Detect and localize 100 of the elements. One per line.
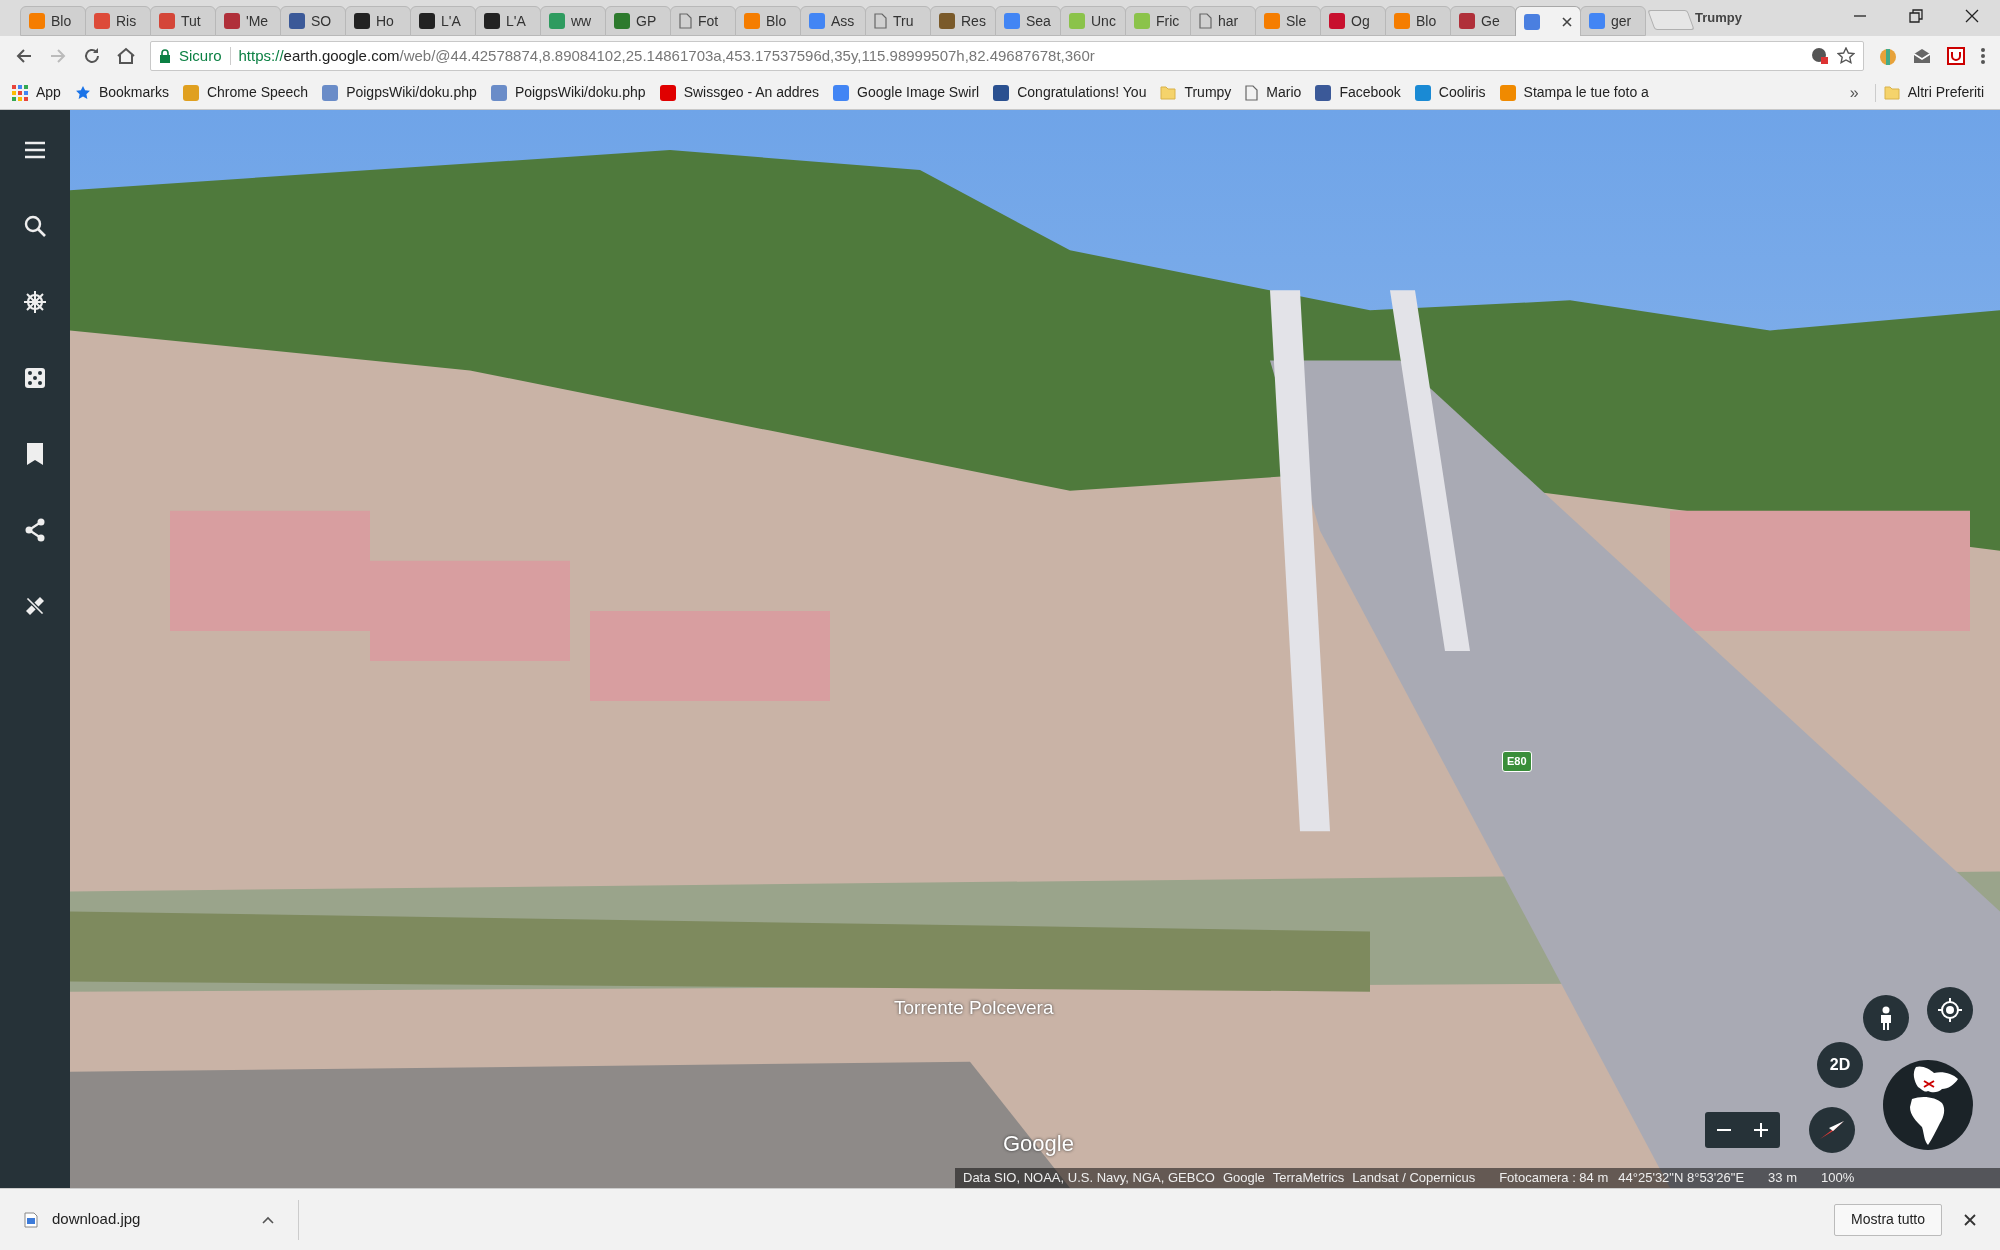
- bookmark-item[interactable]: Trumpy: [1160, 82, 1232, 103]
- other-bookmarks-folder[interactable]: Altri Preferiti: [1883, 82, 1988, 103]
- tab-title: Tru: [893, 11, 914, 31]
- tab-title: Unc: [1091, 11, 1116, 31]
- camera-altitude: Fotocamera : 84 m: [1499, 1169, 1609, 1188]
- browser-tab[interactable]: ww: [540, 6, 606, 36]
- browser-tab[interactable]: L'A: [410, 6, 476, 36]
- page-icon: [1245, 84, 1259, 101]
- page-icon: [679, 13, 692, 29]
- tab-title: Fot: [698, 11, 719, 31]
- mail-icon[interactable]: [1912, 46, 1932, 66]
- browser-tab[interactable]: Tut: [150, 6, 216, 36]
- tab-title: har: [1218, 11, 1239, 31]
- download-item[interactable]: download.jpg: [24, 1208, 274, 1231]
- lock-icon: [159, 49, 171, 63]
- browser-tab[interactable]: Unc: [1060, 6, 1126, 36]
- apps-grid-icon: [12, 84, 28, 101]
- bookmark-item[interactable]: Mario: [1245, 82, 1302, 103]
- browser-tab[interactable]: Blo: [20, 6, 86, 36]
- browser-tab[interactable]: Blo: [735, 6, 801, 36]
- google-logo: Google: [1003, 1130, 1074, 1158]
- browser-tab[interactable]: Sea: [995, 6, 1061, 36]
- bookmark-item[interactable]: Cooliris: [1414, 82, 1486, 103]
- tab-title: Ho: [376, 11, 394, 31]
- tab-title: SO: [311, 11, 332, 31]
- tab-title: Blo: [1416, 11, 1437, 31]
- tab-title: GP: [636, 11, 657, 31]
- ruler-pencil-icon[interactable]: [23, 594, 47, 618]
- tab-title: L'A: [506, 11, 526, 31]
- tab-title: Res: [961, 11, 986, 31]
- bookmarks-overflow-button[interactable]: »: [1841, 80, 1867, 105]
- profile-name[interactable]: Trumpy: [1695, 8, 1742, 28]
- person-icon: [1879, 1006, 1893, 1030]
- bookmark-item[interactable]: Google Image Swirl: [833, 82, 980, 103]
- browser-tab[interactable]: ger: [1580, 6, 1646, 36]
- browser-tab[interactable]: 'Me: [215, 6, 281, 36]
- close-tab-icon[interactable]: [1562, 16, 1572, 27]
- translate-icon[interactable]: [1811, 47, 1829, 65]
- folder-icon: [1883, 84, 1900, 101]
- reload-icon[interactable]: [82, 46, 102, 66]
- star-icon[interactable]: [1837, 47, 1855, 65]
- browser-tab[interactable]: Fot: [670, 6, 736, 36]
- bookmark-item[interactable]: PoigpsWiki/doku.php: [322, 82, 477, 103]
- dice-icon[interactable]: [23, 366, 47, 390]
- bookmark-item[interactable]: Bookmarks: [74, 82, 169, 103]
- zoom-in-icon[interactable]: [1753, 1122, 1770, 1138]
- road-shield: E80: [1502, 751, 1532, 772]
- globe-icon[interactable]: [1882, 1059, 1974, 1151]
- bookmark-item[interactable]: Swissgeo - An addres: [659, 82, 820, 103]
- bookmark-icon[interactable]: [25, 442, 45, 466]
- bookmark-item[interactable]: Chrome Speech: [182, 82, 309, 103]
- browser-tab[interactable]: Ho: [345, 6, 411, 36]
- tab-title: Sle: [1286, 11, 1307, 31]
- extension-icon[interactable]: [1878, 46, 1898, 66]
- tab-title: Ris: [116, 11, 137, 31]
- browser-tab[interactable]: Ge: [1450, 6, 1516, 36]
- browser-tab[interactable]: L'A: [475, 6, 541, 36]
- chevron-up-icon[interactable]: [262, 1215, 274, 1224]
- ship-wheel-icon[interactable]: [23, 290, 47, 314]
- folder-label: Altri Preferiti: [1907, 83, 1984, 102]
- search-icon[interactable]: [23, 214, 47, 238]
- browser-tab[interactable]: Og: [1320, 6, 1386, 36]
- address-bar[interactable]: Sicuro https://earth.google.com/web/@44.42578874,8.89084102,25.14861703a,453.17537596d,35y,115.98999507h,82.49687678t,360r: [150, 41, 1864, 71]
- close-icon[interactable]: [1964, 1213, 1976, 1226]
- tab-title: Sea: [1026, 11, 1051, 31]
- url-text: https://earth.google.com/web/@44.42578874,8.89084102,25.14861703a,453.17537596d,35y,115.98999507h,82.49687678t,360r: [238, 45, 1096, 66]
- image-file-icon: [24, 1211, 38, 1228]
- tab-title: Ge: [1481, 11, 1500, 31]
- extension-icon[interactable]: [1946, 46, 1966, 66]
- tab-title: Ass: [831, 11, 855, 31]
- show-all-button[interactable]: Mostra tutto: [1834, 1203, 1942, 1236]
- target-icon: [1937, 997, 1963, 1023]
- home-icon[interactable]: [116, 46, 136, 66]
- zoom-percent: 100%: [1821, 1169, 1855, 1188]
- share-icon[interactable]: [23, 518, 47, 542]
- browser-tab[interactable]: Ass: [800, 6, 866, 36]
- coordinates: 44°25'32"N 8°53'26"E: [1618, 1169, 1745, 1188]
- browser-tab[interactable]: Blo: [1385, 6, 1451, 36]
- browser-tab[interactable]: Ris: [85, 6, 151, 36]
- tab-title: Blo: [766, 11, 787, 31]
- browser-tab[interactable]: har: [1190, 6, 1256, 36]
- browser-tab[interactable]: Fric: [1125, 6, 1191, 36]
- tab-title: L'A: [441, 11, 461, 31]
- browser-tab[interactable]: Tru: [865, 6, 931, 36]
- bookmark-item[interactable]: PoigpsWiki/doku.php: [490, 82, 646, 103]
- browser-tab[interactable]: Sle: [1255, 6, 1321, 36]
- bookmark-item[interactable]: Facebook: [1315, 82, 1401, 103]
- browser-tab[interactable]: SO: [280, 6, 346, 36]
- page-icon: [1199, 13, 1212, 29]
- tab-title: ger: [1611, 11, 1632, 31]
- page-icon: [874, 13, 887, 29]
- folder-icon: [1160, 84, 1177, 101]
- bookmark-item[interactable]: Congratulations! You: [993, 82, 1147, 103]
- browser-tab[interactable]: GP: [605, 6, 671, 36]
- browser-tab[interactable]: Res: [930, 6, 996, 36]
- menu-icon[interactable]: [1980, 46, 1986, 66]
- tab-title: Og: [1351, 11, 1370, 31]
- bookmark-item[interactable]: App: [12, 82, 61, 103]
- tab-title: 'Me: [246, 11, 269, 31]
- bookmark-item[interactable]: Stampa le tue foto a: [1499, 82, 1649, 103]
